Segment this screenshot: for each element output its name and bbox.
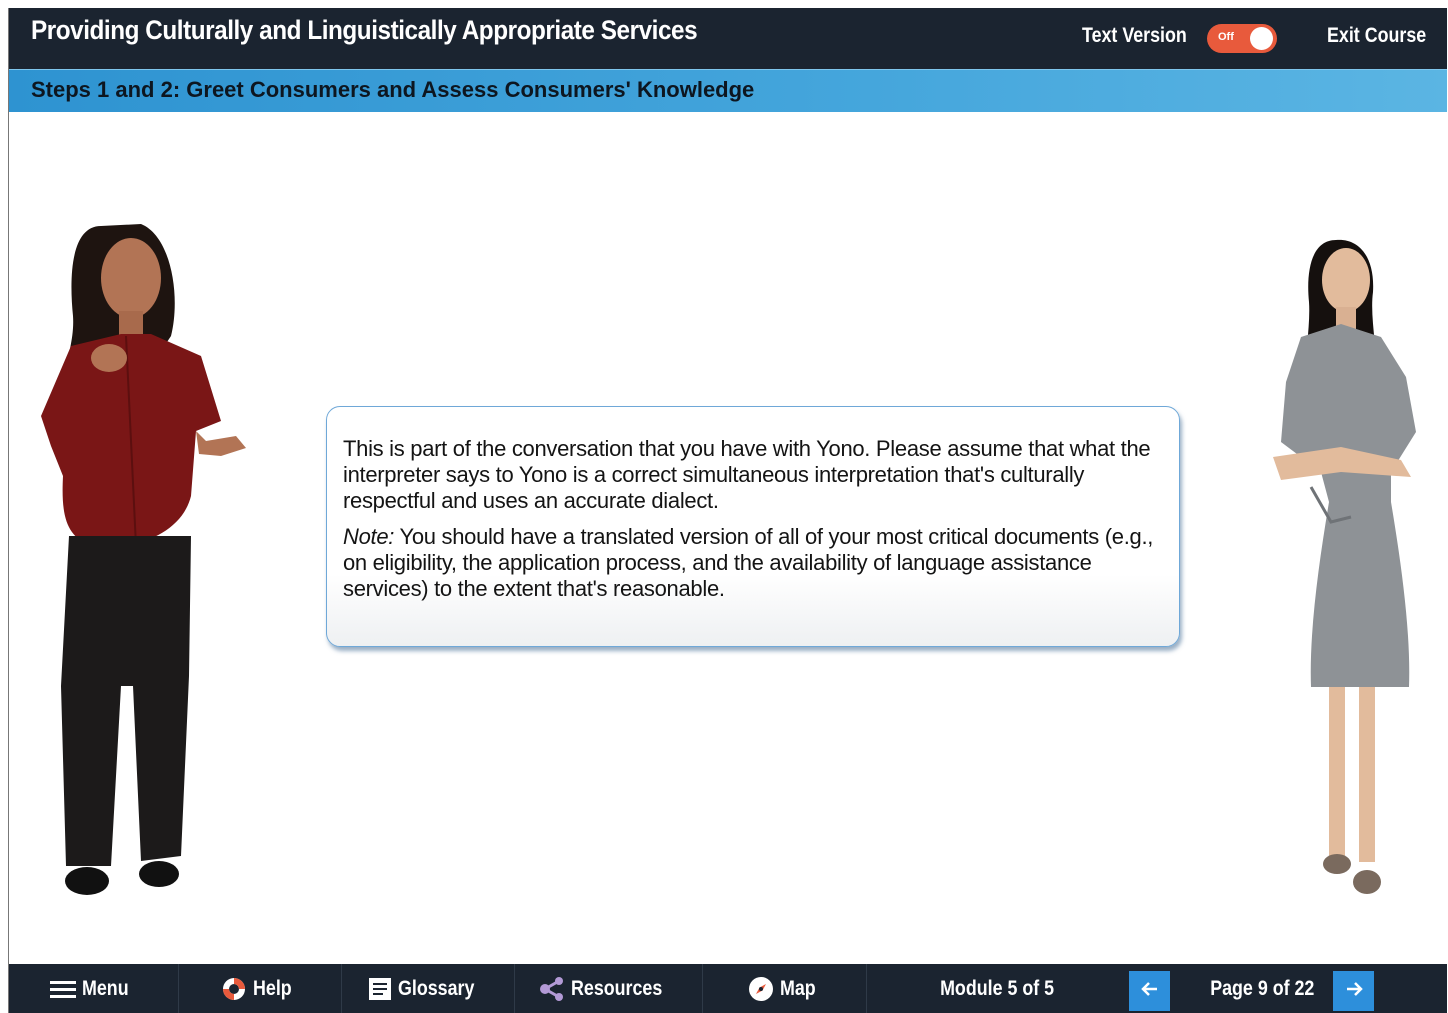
page-indicator: Page 9 of 22 xyxy=(1187,964,1337,1013)
menu-label: Menu xyxy=(82,976,129,1000)
callout-paragraph: This is part of the conversation that yo… xyxy=(343,436,1151,513)
menu-button[interactable]: Menu xyxy=(9,964,179,1013)
note-text: You should have a translated version of … xyxy=(343,524,1154,601)
person-right-image xyxy=(1241,232,1426,912)
course-player: Providing Culturally and Linguistically … xyxy=(8,8,1447,1013)
help-button[interactable]: Help xyxy=(179,964,342,1013)
person-left-image xyxy=(31,216,251,906)
header-bar: Providing Culturally and Linguistically … xyxy=(9,8,1447,69)
callout-note: Note: You should have a translated versi… xyxy=(343,524,1162,602)
map-button[interactable]: Map xyxy=(703,964,867,1013)
hamburger-icon xyxy=(50,980,77,998)
arrow-left-icon xyxy=(1140,981,1159,1002)
course-title: Providing Culturally and Linguistically … xyxy=(31,15,698,45)
arrow-right-icon xyxy=(1345,981,1363,1002)
text-version-label: Text Version xyxy=(1082,24,1187,47)
map-label: Map xyxy=(779,976,816,1000)
footer-nav-bar: Menu Help Glossary Resources Map Module … xyxy=(9,964,1447,1013)
help-label: Help xyxy=(253,976,292,1000)
module-indicator: Module 5 of 5 xyxy=(867,964,1127,1013)
page-text: Page 9 of 22 xyxy=(1209,976,1315,1000)
exit-course-button[interactable]: Exit Course xyxy=(1327,24,1426,48)
page-title: Steps 1 and 2: Greet Consumers and Asses… xyxy=(31,77,755,102)
toggle-knob xyxy=(1250,27,1273,50)
page-title-bar: Steps 1 and 2: Greet Consumers and Asses… xyxy=(9,69,1447,112)
lifebuoy-icon xyxy=(221,976,247,1002)
resources-button[interactable]: Resources xyxy=(515,964,703,1013)
conversation-callout: This is part of the conversation that yo… xyxy=(326,406,1180,647)
glossary-button[interactable]: Glossary xyxy=(342,964,515,1013)
next-page-button[interactable] xyxy=(1333,971,1374,1011)
glossary-label: Glossary xyxy=(398,976,475,1000)
share-icon xyxy=(539,976,565,1001)
prev-page-button[interactable] xyxy=(1129,971,1170,1011)
book-icon xyxy=(368,977,392,1001)
slide-content: This is part of the conversation that yo… xyxy=(9,112,1447,964)
module-text: Module 5 of 5 xyxy=(939,976,1055,1000)
text-version-toggle[interactable]: Off xyxy=(1207,24,1277,53)
note-label: Note: xyxy=(343,524,395,549)
compass-icon xyxy=(748,976,774,1002)
resources-label: Resources xyxy=(570,976,663,1000)
toggle-state-label: Off xyxy=(1218,31,1234,43)
